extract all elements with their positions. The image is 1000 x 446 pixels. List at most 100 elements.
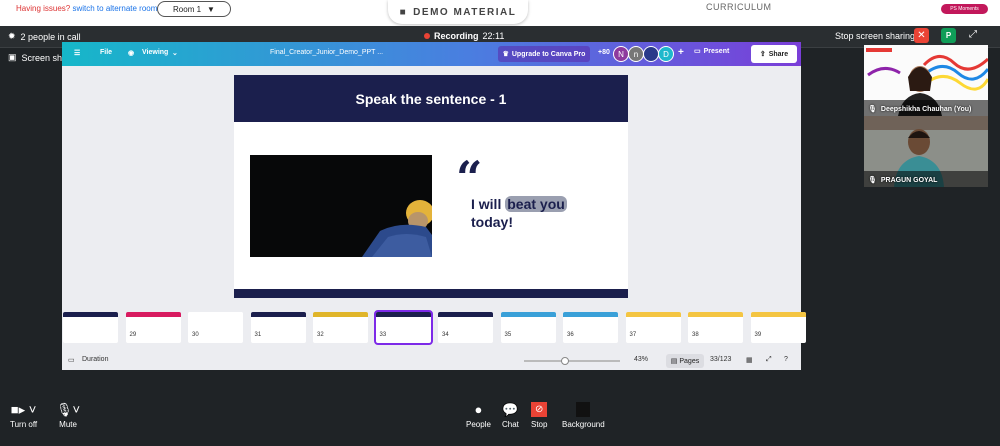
collaborator-avatar[interactable]: n xyxy=(628,46,644,62)
background-label: Background xyxy=(562,420,605,429)
page-thumbnail[interactable]: 38 xyxy=(688,312,743,343)
canva-share-button[interactable]: ⇪ Share xyxy=(751,45,797,63)
pages-icon: ▤ xyxy=(670,358,678,365)
page-thumbnail-strip: 29 30 31 32 33 34 35 36 37 38 39 xyxy=(62,310,806,348)
upgrade-canva-pro-button[interactable]: ♛ Upgrade to Canva Pro xyxy=(498,46,590,62)
sentence-highlight: beat you xyxy=(505,196,567,212)
slide-sentence: I will beat you today! xyxy=(471,195,611,231)
page-thumbnail[interactable]: 30 xyxy=(188,312,243,343)
thumbnail-header xyxy=(63,312,118,317)
collaborator-avatar-image[interactable] xyxy=(643,46,659,62)
add-collaborator-icon[interactable]: + xyxy=(678,47,684,58)
page-thumbnail[interactable]: 36 xyxy=(563,312,618,343)
thumbnail-page-number: 38 xyxy=(691,332,700,338)
chat-button[interactable]: 💬 Chat xyxy=(502,402,519,429)
canva-shared-screen: ☰ File ◉ Viewing ⌄ Final_Creator_Junior_… xyxy=(62,42,806,370)
mic-icon: 🎙 xyxy=(868,177,877,184)
thumbnail-header xyxy=(500,312,556,317)
document-title[interactable]: Final_Creator_Junior_Demo_PPT ... xyxy=(270,49,383,56)
page-thumbnail[interactable]: 35 xyxy=(500,312,556,343)
stop-sharing-close-icon[interactable]: ✕ xyxy=(914,28,929,43)
collaborator-avatar[interactable]: D xyxy=(658,46,674,62)
page-thumbnail[interactable]: 39 xyxy=(750,312,806,343)
curriculum-link[interactable]: CURRICULUM xyxy=(706,2,772,12)
pages-button[interactable]: ▤ Pages xyxy=(666,354,704,368)
stop-share-icon: ⊘ xyxy=(531,402,548,417)
thumbnail-page-number: 34 xyxy=(441,332,450,338)
participant-tile-student[interactable]: 🎙 PRAGUN GOYAL xyxy=(864,116,988,187)
upgrade-label: Upgrade to Canva Pro xyxy=(511,50,586,58)
screen-share-icon: ▣ xyxy=(8,52,17,62)
participant-name: 🎙 Deepshikha Chauhan (You) xyxy=(868,105,972,114)
thumbnail-page-number: 33 xyxy=(378,332,388,338)
page-thumbnail[interactable]: 29 xyxy=(125,312,181,343)
demo-material-tab[interactable]: ■ DEMO MATERIAL xyxy=(388,0,528,24)
page-thumbnail[interactable]: 37 xyxy=(625,312,681,343)
present-label: Present xyxy=(703,47,730,55)
thumbnail-page-number: 32 xyxy=(316,332,325,338)
video-camera-icon: ■▸ ˅ xyxy=(10,402,37,417)
share-upload-icon: ⇪ xyxy=(759,51,766,58)
caret-down-icon: ▼ xyxy=(207,4,215,14)
page-thumbnail[interactable]: 33 xyxy=(373,310,433,345)
viewing-menu[interactable]: Viewing xyxy=(142,49,168,56)
grid-view-icon[interactable]: ▦ xyxy=(746,356,753,364)
collaborator-count[interactable]: +80 xyxy=(598,49,610,56)
zoom-slider[interactable] xyxy=(524,357,620,365)
participant-name: 🎙 PRAGUN GOYAL xyxy=(868,176,937,185)
camera-toggle-button[interactable]: ■▸ ˅ Turn off xyxy=(10,402,37,429)
page-counter: 33/123 xyxy=(710,356,732,363)
thumbnail-page-number: 35 xyxy=(503,332,513,338)
chat-bubble-icon: 💬 xyxy=(502,402,519,417)
hamburger-menu-icon[interactable]: ☰ xyxy=(74,49,80,57)
pages-label: Pages xyxy=(679,357,700,365)
thumbnail-page-number: 29 xyxy=(128,332,138,338)
microphone-icon: 🎙˅ xyxy=(56,402,81,417)
slide-video[interactable] xyxy=(250,155,432,257)
thumbnail-header xyxy=(188,312,243,317)
share-label: Share xyxy=(768,50,789,58)
present-button[interactable]: ▭ Present xyxy=(694,47,730,56)
issues-text: Having issues? xyxy=(16,4,71,13)
page-thumbnail[interactable]: 31 xyxy=(250,312,306,343)
participant-tile-self[interactable]: 🎙 Deepshikha Chauhan (You) xyxy=(864,45,988,116)
help-icon[interactable]: ? xyxy=(784,356,788,363)
person-icon: ● xyxy=(474,402,483,417)
people-button[interactable]: ● People xyxy=(466,402,491,429)
page-thumbnail[interactable]: 34 xyxy=(438,312,493,343)
page-thumbnail[interactable] xyxy=(63,312,118,343)
people-count-label: 2 people in call xyxy=(20,31,81,42)
duration-icon[interactable]: ▭ xyxy=(68,356,75,364)
chevron-down-icon[interactable]: ⌄ xyxy=(172,49,178,57)
fullscreen-icon[interactable]: ⤢ xyxy=(766,356,772,364)
issues-notice: Having issues? switch to alternate room xyxy=(16,4,157,13)
stop-share-button[interactable]: ⊘ Stop xyxy=(531,402,547,429)
settings-gear-icon[interactable]: ✹ xyxy=(8,31,16,42)
present-icon: ▭ xyxy=(694,48,701,55)
room-select[interactable]: Room 1 ▼ xyxy=(157,1,231,17)
recording-indicator: Recording 22:11 xyxy=(424,31,504,41)
thumbnail-page-number: 30 xyxy=(191,332,200,338)
people-count[interactable]: ✹ 2 people in call xyxy=(8,31,81,42)
participant-name-label: Deepshikha Chauhan (You) xyxy=(880,105,972,113)
zoom-level[interactable]: 43% xyxy=(634,356,648,363)
call-controls: ■▸ ˅ Turn off 🎙˅ Mute ● People 💬 Chat ⊘ … xyxy=(0,394,1000,446)
room-select-value: Room 1 xyxy=(173,4,202,14)
slide-canvas[interactable]: Speak the sentence - 1 “ I will beat you… xyxy=(234,75,628,298)
file-menu[interactable]: File xyxy=(100,49,112,56)
fullscreen-expand-icon[interactable]: ⤢ xyxy=(969,29,977,40)
crown-icon: ♛ xyxy=(502,51,509,58)
background-icon xyxy=(576,402,591,417)
duration-label[interactable]: Duration xyxy=(82,356,108,363)
ps-moments-badge[interactable]: PS Moments xyxy=(941,4,988,14)
background-button[interactable]: Background xyxy=(562,402,605,429)
zoom-slider-knob[interactable] xyxy=(561,357,570,365)
alternate-room-link[interactable]: switch to alternate room xyxy=(72,4,157,13)
recording-dot-icon xyxy=(424,33,430,39)
mute-button[interactable]: 🎙˅ Mute xyxy=(56,402,80,429)
stop-sharing-label[interactable]: Stop screen sharing xyxy=(835,31,915,41)
page-thumbnail[interactable]: 32 xyxy=(313,312,368,343)
thumbnail-header xyxy=(688,312,743,317)
collaborator-avatar[interactable]: N xyxy=(613,46,629,62)
presenter-avatar[interactable]: P xyxy=(941,28,956,43)
